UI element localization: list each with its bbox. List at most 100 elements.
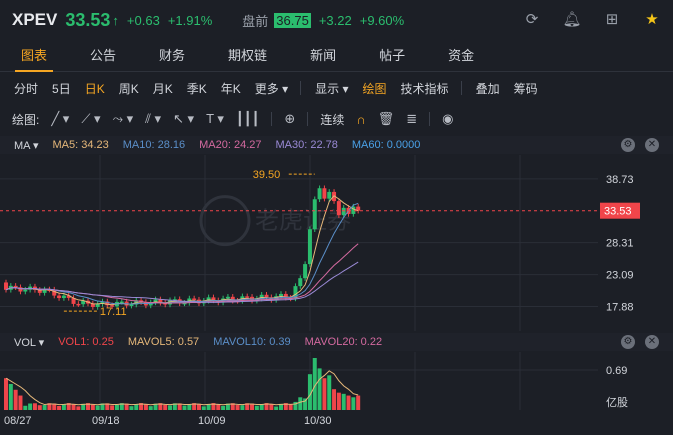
candle-body: [317, 188, 322, 200]
premarket-price: 36.75: [274, 12, 311, 28]
volume-bar: [341, 393, 346, 410]
price-change-pct: +1.91%: [167, 12, 213, 28]
text-tool-icon[interactable]: T ▾: [206, 111, 224, 127]
bell-icon[interactable]: 🔔︎: [561, 8, 583, 30]
tab-announcements[interactable]: 公告: [84, 42, 122, 72]
volume-chart[interactable]: 0.69 亿股: [0, 352, 673, 410]
tab-posts[interactable]: 帖子: [373, 42, 411, 72]
period-monthly[interactable]: 月K: [153, 80, 173, 97]
volume-bar: [187, 404, 192, 410]
low-annotation: 17.11: [100, 306, 127, 318]
quote-header: XPEV 33.53 ↑ +0.63 +1.91% 盘前 36.75 +3.22…: [0, 0, 673, 40]
candle-body: [61, 295, 66, 299]
x-tick: 09/18: [92, 415, 120, 427]
ma20-value: MA20: 24.27: [199, 139, 262, 151]
last-price: 33.53: [65, 9, 111, 30]
candle-body: [341, 207, 346, 216]
zigzag-tool-icon[interactable]: ⤳ ▾: [113, 111, 134, 127]
volume-bar: [351, 397, 356, 410]
volume-bar: [134, 404, 139, 410]
period-weekly[interactable]: 周K: [119, 80, 139, 97]
volume-bar: [274, 406, 279, 410]
close-icon[interactable]: ✕: [645, 138, 659, 152]
trash-icon[interactable]: 🗑︎: [378, 111, 395, 127]
price-change: +0.63: [126, 12, 160, 28]
tab-news[interactable]: 新闻: [304, 42, 342, 72]
divider: [300, 81, 302, 95]
high-annotation: 39.50: [253, 169, 281, 181]
candle-body: [336, 201, 341, 216]
volume-bar: [322, 378, 327, 410]
line-tool-icon[interactable]: ╱ ▾: [51, 111, 69, 127]
tab-chart[interactable]: 图表: [15, 42, 54, 72]
period-5day[interactable]: 5日: [52, 80, 71, 97]
volume-bar: [317, 368, 322, 410]
period-quarterly[interactable]: 季K: [187, 80, 207, 97]
continuous-toggle[interactable]: 连续: [320, 111, 344, 128]
x-tick: 10/30: [304, 415, 332, 427]
draw-toggle[interactable]: 绘图: [363, 80, 387, 97]
candle-body: [307, 229, 312, 265]
volume-bar: [269, 403, 274, 410]
price-axis-label: 17.88: [606, 301, 634, 313]
tab-options-chain[interactable]: 期权链: [222, 42, 273, 72]
refresh-icon[interactable]: ⟳: [521, 8, 543, 30]
watermark: 老虎证券: [255, 208, 351, 235]
volume-bar: [37, 405, 42, 410]
divider: [460, 81, 462, 95]
price-axis-label: 28.31: [606, 238, 634, 250]
candle-body: [76, 303, 81, 306]
volume-bar: [114, 404, 119, 410]
candle-body: [23, 289, 28, 292]
tab-financials[interactable]: 财务: [153, 42, 191, 72]
close-icon[interactable]: ✕: [645, 335, 659, 349]
vol1-value: VOL1: 0.25: [58, 336, 114, 348]
settings-icon[interactable]: ⚙: [621, 335, 635, 349]
candle-body: [322, 188, 327, 199]
volume-bar: [8, 384, 13, 410]
grid-icon[interactable]: ⊞: [601, 8, 623, 30]
volume-legend: VOL ▾ VOL1: 0.25 MAVOL5: 0.57 MAVOL10: 0…: [0, 333, 673, 351]
volume-bar: [42, 405, 47, 410]
period-more-dropdown[interactable]: 更多 ▾: [255, 80, 288, 97]
tab-capital-flow[interactable]: 资金: [442, 42, 480, 72]
volume-bar: [288, 404, 293, 410]
ray-tool-icon[interactable]: ⟋ ▾: [81, 111, 100, 127]
premarket-label: 盘前: [242, 13, 269, 29]
candle-body: [278, 293, 283, 297]
candle-tool-icon[interactable]: ┃┃┃: [236, 111, 259, 127]
period-intraday[interactable]: 分时: [14, 80, 38, 97]
ma-selector[interactable]: MA ▾: [14, 139, 38, 152]
layers-icon[interactable]: ≣: [406, 111, 417, 127]
volume-bar: [28, 403, 33, 410]
volume-bar: [298, 397, 303, 410]
candlestick-chart[interactable]: 老虎证券 38.73 33.53 28.31 23.09 17.88 39.50 17.11: [0, 155, 673, 331]
volume-bar: [216, 404, 221, 410]
volume-bar: [332, 389, 337, 410]
mavol5-value: MAVOL5: 0.57: [127, 336, 200, 348]
zoom-icon[interactable]: ⊕: [284, 111, 295, 127]
mavol10-value: MAVOL10: 0.39: [213, 336, 291, 348]
volume-axis-label: 0.69: [606, 365, 627, 377]
channel-tool-icon[interactable]: ⫽ ▾: [145, 111, 161, 127]
volume-bar: [23, 405, 28, 410]
eye-icon[interactable]: ◉: [442, 111, 453, 127]
volume-axis-unit: 亿股: [606, 396, 628, 409]
x-tick: 08/27: [4, 415, 32, 427]
price-axis-label: 38.73: [606, 174, 634, 186]
ma60-value: MA60: 0.0000: [351, 139, 421, 151]
period-daily[interactable]: 日K: [85, 80, 105, 97]
period-yearly[interactable]: 年K: [221, 80, 241, 97]
overlay-button[interactable]: 叠加: [476, 80, 500, 97]
candle-body: [245, 296, 250, 298]
star-icon[interactable]: ★: [641, 8, 663, 30]
magnet-icon[interactable]: ∩: [356, 112, 365, 127]
vol-selector[interactable]: VOL ▾: [14, 336, 44, 349]
arrow-tool-icon[interactable]: ↖ ▾: [173, 111, 194, 127]
settings-icon[interactable]: ⚙: [621, 138, 635, 152]
display-dropdown[interactable]: 显示 ▾: [315, 80, 348, 97]
volume-bar: [168, 405, 173, 410]
chips-button[interactable]: 筹码: [514, 80, 538, 97]
volume-bar: [76, 406, 81, 410]
indicators-button[interactable]: 技术指标: [401, 80, 449, 97]
